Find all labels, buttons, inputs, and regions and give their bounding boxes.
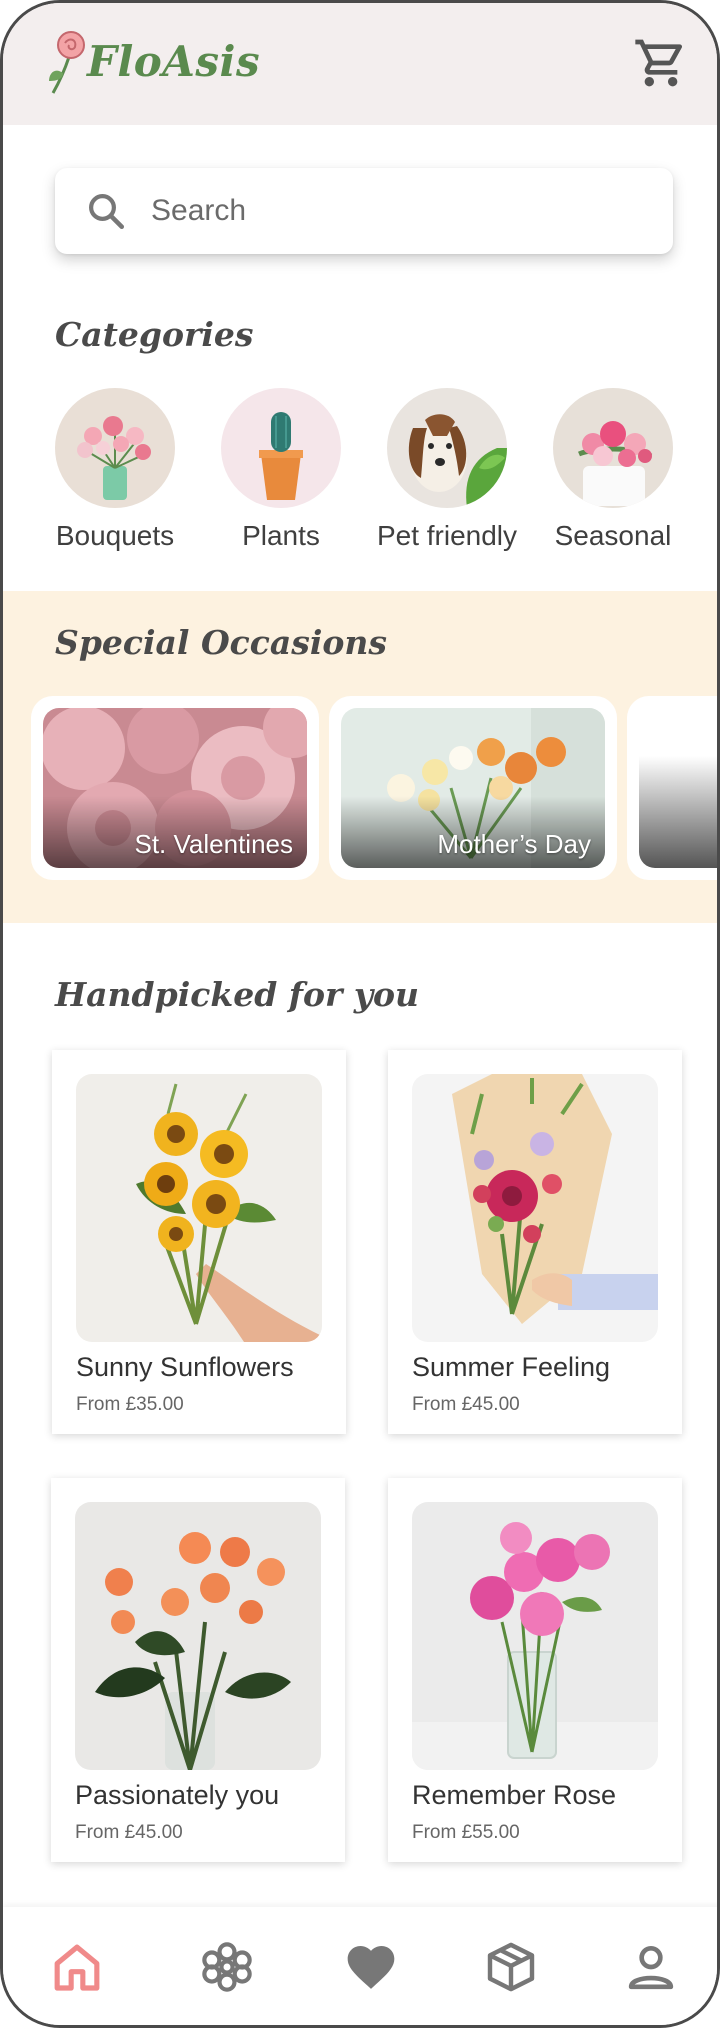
product-price: From £45.00 xyxy=(412,1394,520,1415)
category-plants[interactable]: Plants xyxy=(206,388,356,552)
remember-rose-image xyxy=(412,1502,658,1770)
category-label: Pet friendly xyxy=(376,520,518,551)
occasion-card-st-valentines[interactable]: St. Valentines xyxy=(31,696,319,880)
special-occasions-title: Special Occasions xyxy=(55,623,387,662)
product-name: Sunny Sunflowers xyxy=(76,1352,294,1382)
app-screen: FloAsis Categories Bouquets xyxy=(0,0,720,2028)
occasion-card-partial[interactable] xyxy=(627,696,717,880)
occasion-partial-image xyxy=(639,708,717,868)
category-bouquets[interactable]: Bouquets xyxy=(40,388,190,552)
product-card-summer-feeling[interactable]: Summer Feeling From £45.00 xyxy=(388,1050,682,1434)
seasonal-image xyxy=(553,388,673,508)
category-label: Seasonal xyxy=(554,520,672,551)
st-valentines-image: St. Valentines xyxy=(43,708,307,868)
app-header: FloAsis xyxy=(3,3,717,125)
bouquets-image xyxy=(55,388,175,508)
product-price: From £35.00 xyxy=(76,1394,184,1415)
categories-title: Categories xyxy=(55,315,254,354)
product-card-sunny-sunflowers[interactable]: Sunny Sunflowers From £35.00 xyxy=(52,1050,346,1434)
category-seasonal[interactable]: Seasonal xyxy=(538,388,688,552)
user-icon[interactable] xyxy=(623,1939,679,1995)
box-icon[interactable] xyxy=(483,1939,539,1995)
product-price: From £55.00 xyxy=(412,1822,520,1843)
search-bar[interactable] xyxy=(55,168,673,254)
search-icon xyxy=(89,194,125,230)
summer-feeling-image xyxy=(412,1074,658,1342)
search-input[interactable] xyxy=(151,186,631,236)
plants-image xyxy=(221,388,341,508)
flower-icon[interactable] xyxy=(199,1939,255,1995)
occasion-card-mothers-day[interactable]: Mother’s Day xyxy=(329,696,617,880)
sunny-sunflowers-image xyxy=(76,1074,322,1342)
product-name: Passionately you xyxy=(75,1780,280,1810)
product-card-remember-rose[interactable]: Remember Rose From £55.00 xyxy=(388,1478,682,1862)
mothers-day-image: Mother’s Day xyxy=(341,708,605,868)
category-label: Plants xyxy=(242,520,320,551)
product-price: From £45.00 xyxy=(75,1822,183,1843)
app-name: FloAsis xyxy=(87,37,261,86)
cart-icon[interactable] xyxy=(633,35,689,91)
category-label: Bouquets xyxy=(55,520,175,551)
handpicked-title: Handpicked for you xyxy=(55,975,420,1014)
bottom-navigation xyxy=(3,1907,717,2025)
passionately-you-image xyxy=(75,1502,321,1770)
home-icon[interactable] xyxy=(49,1939,105,1995)
product-card-passionately-you[interactable]: Passionately you From £45.00 xyxy=(51,1478,345,1862)
category-pet-friendly[interactable]: Pet friendly xyxy=(372,388,522,552)
special-occasions-section: Special Occasions St. Valentines Mother’… xyxy=(3,591,717,923)
product-name: Summer Feeling xyxy=(412,1352,611,1382)
app-logo[interactable]: FloAsis xyxy=(47,27,287,101)
occasion-label: Mother’s Day xyxy=(437,829,591,859)
heart-icon[interactable] xyxy=(343,1939,399,1995)
occasion-label: St. Valentines xyxy=(134,829,293,859)
product-name: Remember Rose xyxy=(412,1780,617,1810)
pet-friendly-image xyxy=(387,388,507,508)
